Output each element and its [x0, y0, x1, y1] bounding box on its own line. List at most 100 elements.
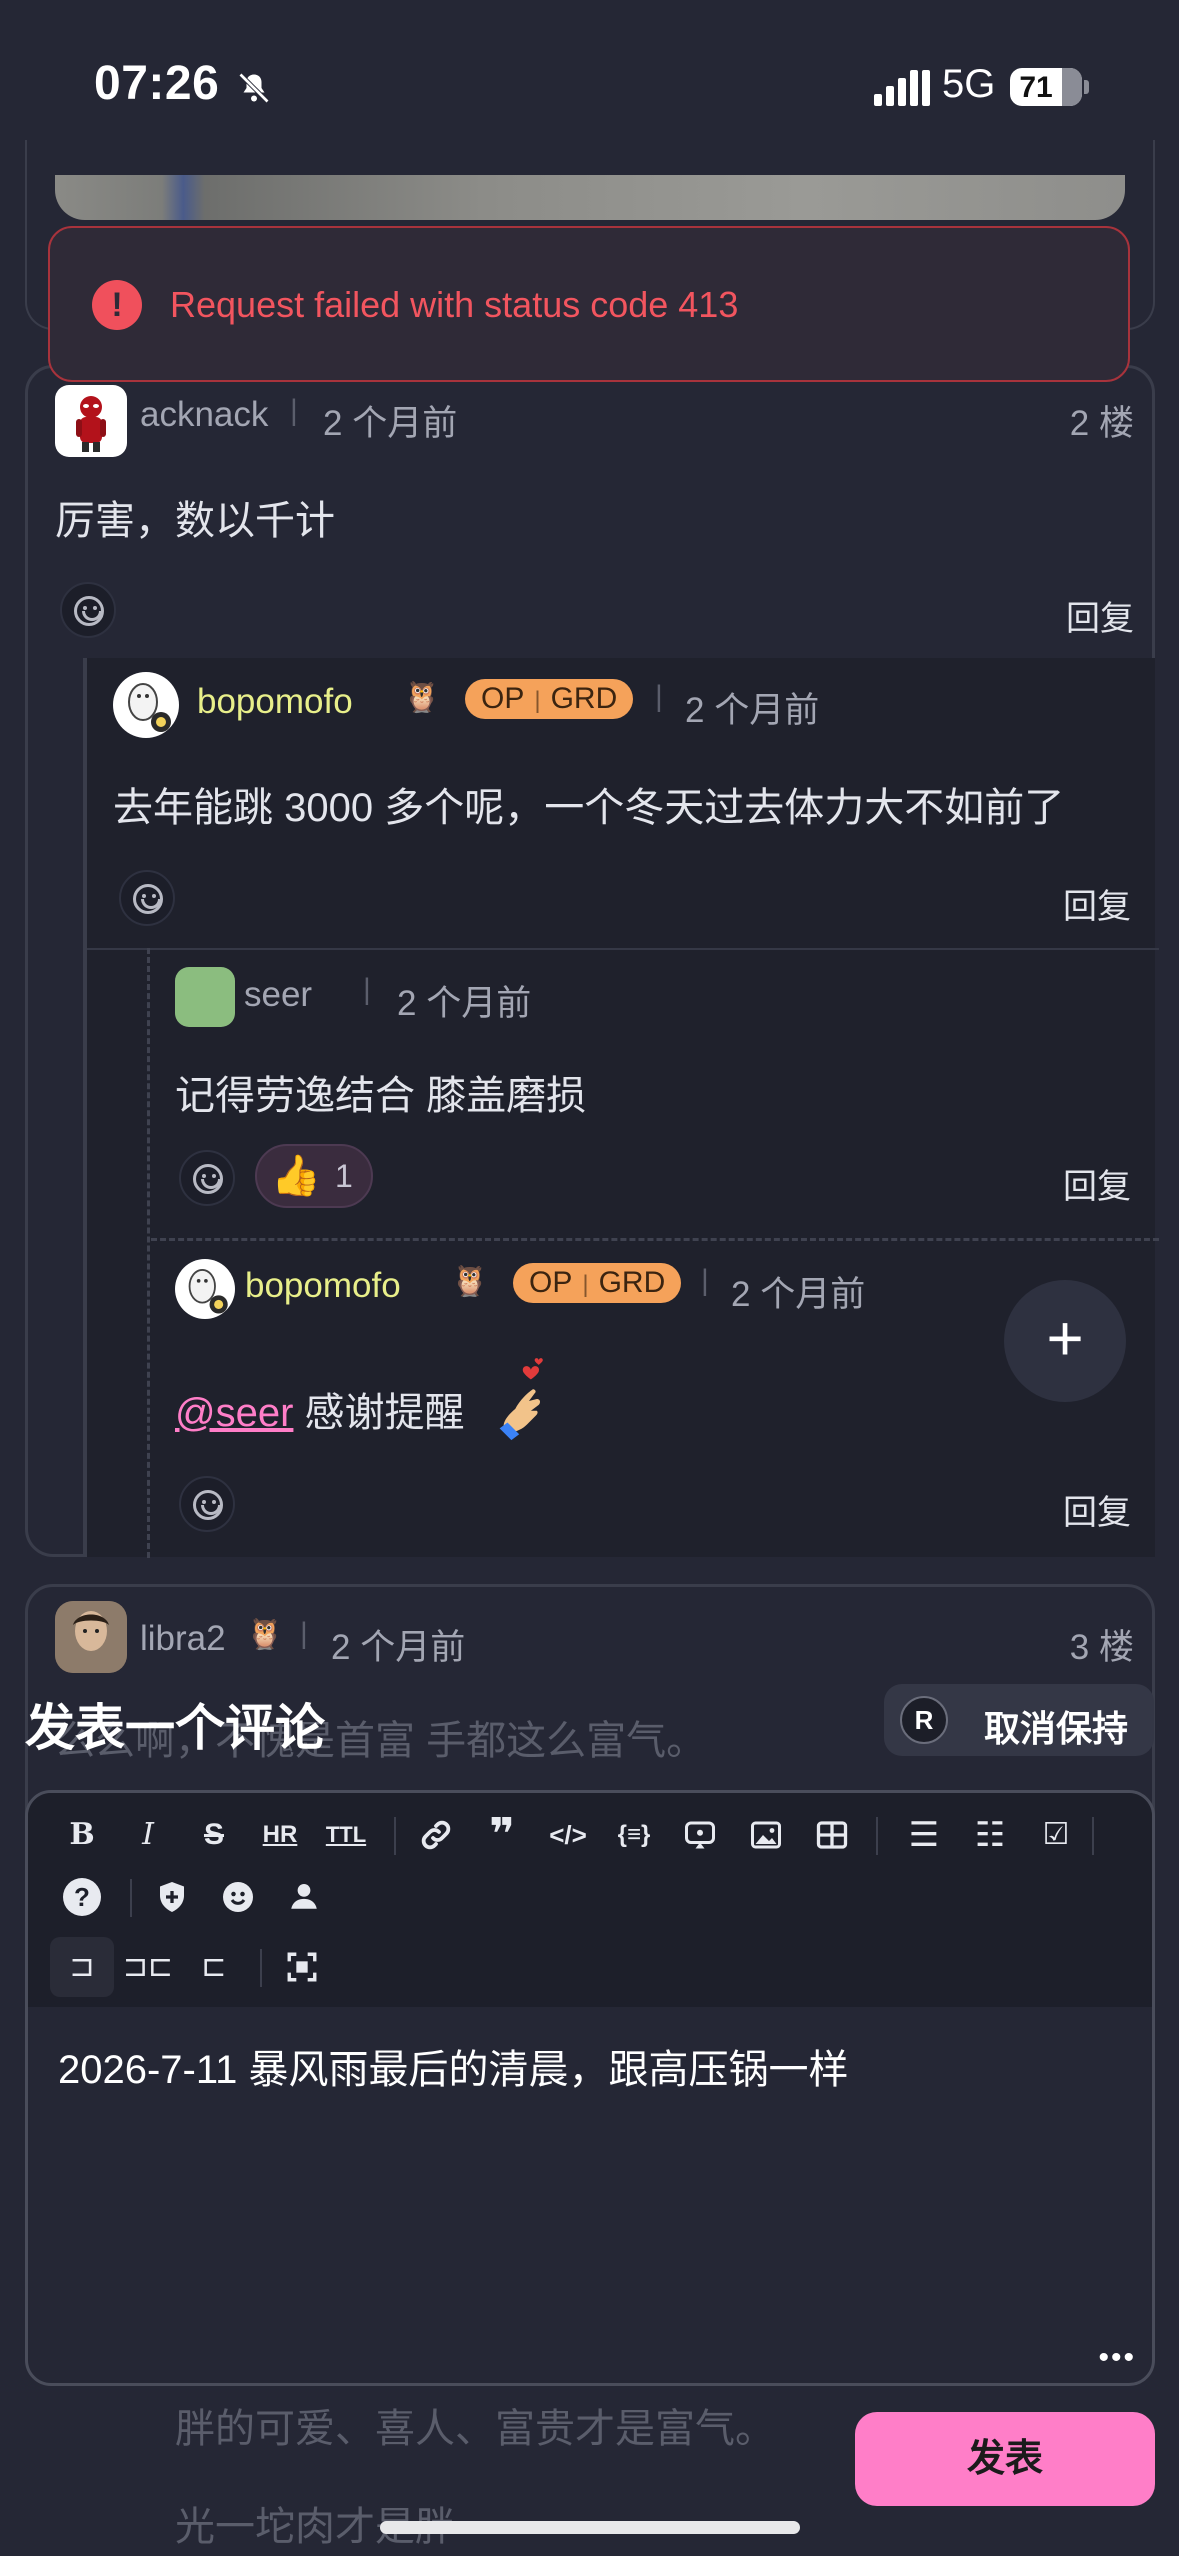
reply-text-body: 感谢提醒 [304, 1391, 465, 1435]
reply-author[interactable]: bopomofo [245, 1266, 401, 1306]
split-panel-icon[interactable]: ⊐⊏ [120, 1939, 176, 1995]
add-reaction-button[interactable] [179, 1476, 235, 1532]
add-fab-button[interactable]: + [1004, 1280, 1126, 1402]
reply-button[interactable]: 回复 [1063, 1485, 1131, 1534]
strikethrough-icon[interactable]: S [186, 1807, 242, 1863]
code-block-icon[interactable]: {≡} [606, 1807, 662, 1863]
cancel-hold-button[interactable]: R 取消保持 [884, 1684, 1154, 1756]
reply-thread: bopomofo 🦉 OP | GRD | 2 个月前 去年能跳 3000 多个呢，… [83, 658, 1159, 1558]
shield-glyph [160, 1882, 184, 1912]
editor-toolbar: B I S HR TTL ❞ </> {≡} ☰ ☷ ☑ ? ⊐ ⊐⊏ ⊏ [28, 1793, 1152, 2007]
reply-text: 记得劳逸结合 膝盖磨损 [175, 1074, 587, 1118]
smile-icon [193, 1490, 223, 1520]
avatar[interactable] [55, 1601, 127, 1673]
background-comment-text: 胖的可爱、喜人、富贵才是富气。 [175, 2407, 775, 2451]
help-icon[interactable]: ? [54, 1869, 110, 1925]
alert-icon: ! [92, 280, 142, 330]
comment-editor: B I S HR TTL ❞ </> {≡} ☰ ☷ ☑ ? ⊐ ⊐⊏ ⊏ 20… [25, 1790, 1155, 2386]
image-icon[interactable] [738, 1807, 794, 1863]
add-reaction-button[interactable] [119, 870, 175, 926]
badge-sep: | [534, 687, 541, 714]
comment-author[interactable]: libra2 [140, 1619, 226, 1659]
avatar[interactable] [113, 672, 179, 738]
bell-slash-icon [238, 72, 270, 104]
emoji-icon[interactable] [210, 1869, 266, 1925]
divider [87, 948, 1159, 950]
badge-grd: GRD [550, 682, 618, 715]
spoiler-shield-icon[interactable] [144, 1869, 200, 1925]
reply-text: 去年能跳 3000 多个呢，一个冬天过去体力大不如前了 [113, 786, 1065, 830]
reaction-thumbs-up[interactable]: 👍 1 [255, 1144, 373, 1208]
reply-author[interactable]: bopomofo [197, 682, 353, 722]
fullscreen-glyph [287, 1952, 317, 1982]
align-left-panel-icon[interactable]: ⊏ [186, 1939, 242, 1995]
home-indicator[interactable] [380, 2521, 800, 2534]
fullscreen-icon[interactable] [274, 1939, 330, 1995]
image-glyph [751, 1821, 781, 1849]
previous-comment-image[interactable] [55, 175, 1125, 220]
reply-text: @seer 感谢提醒 [175, 1380, 465, 1438]
divider [151, 1238, 1159, 1242]
publish-button[interactable]: 发表 [855, 2412, 1155, 2506]
battery-level: 71 [1019, 71, 1053, 104]
toolbar-divider [260, 1949, 262, 1987]
quote-icon[interactable]: ❞ [474, 1807, 530, 1863]
toolbar-divider [1092, 1817, 1094, 1855]
comment-floor: 2 楼 [1069, 404, 1134, 443]
italic-icon[interactable]: I [120, 1807, 176, 1863]
reply-time: 2 个月前 [685, 691, 820, 730]
shortcut-key: R [900, 1696, 948, 1744]
separator: | [363, 973, 371, 1006]
table-glyph [816, 1821, 848, 1849]
error-message: Request failed with status code 413 [170, 284, 739, 325]
comment-author[interactable]: acknack [140, 395, 268, 435]
plus-icon: + [1046, 1302, 1084, 1374]
separator: | [300, 1617, 308, 1650]
separator: | [701, 1264, 709, 1297]
avatar[interactable] [175, 1259, 235, 1319]
resize-handle-icon[interactable]: ••• [1098, 2341, 1136, 2375]
reply-author[interactable]: seer [244, 975, 312, 1015]
battery-icon: 71 [1010, 68, 1082, 106]
reply-button[interactable]: 回复 [1066, 591, 1134, 640]
bullet-list-icon[interactable]: ☰ [896, 1807, 952, 1863]
emoji-glyph [223, 1882, 253, 1912]
mention-link[interactable]: @seer [175, 1391, 293, 1435]
add-reaction-button[interactable] [179, 1150, 235, 1206]
finger-heart-emoji [499, 1358, 543, 1441]
toolbar-divider [394, 1817, 396, 1855]
cancel-hold-label: 取消保持 [984, 1708, 1129, 1749]
preview-icon[interactable] [672, 1807, 728, 1863]
avatar[interactable] [55, 385, 127, 457]
mention-user-icon[interactable] [276, 1869, 332, 1925]
signal-icon [874, 70, 930, 106]
align-right-panel-icon[interactable]: ⊐ [54, 1939, 110, 1995]
network-type: 5G [942, 62, 996, 106]
smile-icon [74, 596, 104, 626]
separator: | [290, 394, 298, 427]
link-icon[interactable] [408, 1807, 464, 1863]
avatar[interactable] [175, 967, 235, 1027]
add-reaction-button[interactable] [60, 582, 116, 638]
bold-icon[interactable]: B [54, 1807, 110, 1863]
comment-text: 厉害，数以千计 [55, 499, 335, 543]
smile-icon [193, 1164, 223, 1194]
link-glyph [421, 1820, 451, 1850]
badge-op: OP [481, 682, 525, 715]
preview-glyph [685, 1821, 715, 1849]
editor-textarea[interactable]: 2026-7-11 暴风雨最后的清晨，跟高压锅一样 [58, 2037, 849, 2095]
comment-floor: 3 楼 [1069, 1628, 1134, 1667]
comment-time: 2 个月前 [331, 1628, 466, 1667]
table-icon[interactable] [804, 1807, 860, 1863]
reply-button[interactable]: 回复 [1063, 879, 1131, 928]
avatar-image [128, 683, 171, 732]
badge-op: OP [529, 1266, 573, 1299]
title-icon[interactable]: TTL [318, 1807, 374, 1863]
reply-button[interactable]: 回复 [1063, 1159, 1131, 1208]
numbered-list-icon[interactable]: ☷ [962, 1807, 1018, 1863]
thread-line [147, 948, 151, 1558]
checklist-icon[interactable]: ☑ [1028, 1807, 1084, 1863]
code-icon[interactable]: </> [540, 1807, 596, 1863]
horizontal-rule-icon[interactable]: HR [252, 1807, 308, 1863]
avatar-image [188, 1269, 228, 1314]
